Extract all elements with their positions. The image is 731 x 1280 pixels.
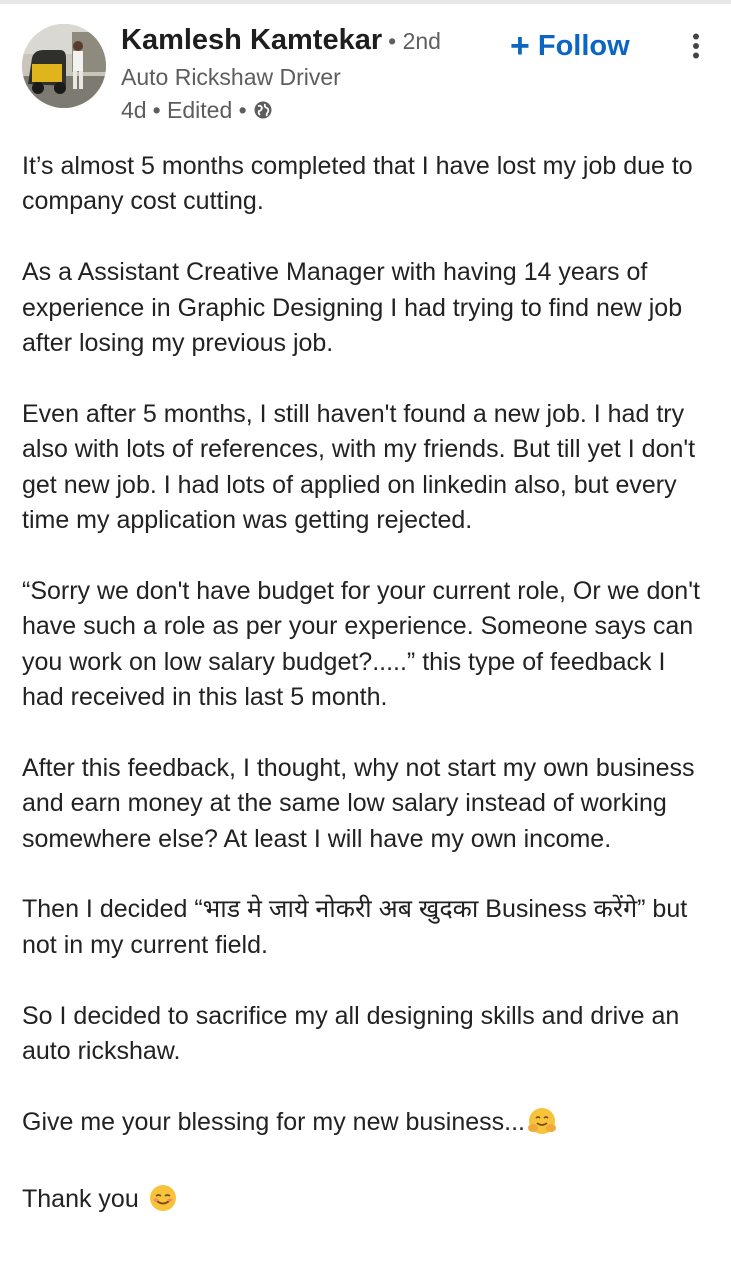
author-avatar[interactable] bbox=[22, 24, 106, 108]
thanks-paragraph: Thank you bbox=[22, 1182, 712, 1223]
post-header: Kamlesh Kamtekar • 2nd + Follow Auto Ric… bbox=[0, 0, 731, 140]
post-paragraph: It’s almost 5 months completed that I ha… bbox=[22, 152, 693, 216]
post-meta: 4d • Edited • bbox=[121, 96, 273, 124]
plus-icon: + bbox=[510, 27, 530, 65]
post-paragraph: After this feedback, I thought, why not … bbox=[22, 753, 695, 853]
author-name[interactable]: Kamlesh Kamtekar bbox=[121, 24, 382, 57]
author-headline: Auto Rickshaw Driver bbox=[121, 64, 341, 90]
post-paragraph: Even after 5 months, I still haven't fou… bbox=[22, 399, 696, 535]
globe-icon bbox=[253, 100, 273, 120]
hugging-face-emoji-icon bbox=[527, 1106, 557, 1146]
smiling-face-emoji-icon bbox=[148, 1183, 178, 1223]
follow-label: Follow bbox=[537, 29, 630, 62]
follow-button[interactable]: + Follow bbox=[510, 26, 630, 66]
more-options-button[interactable] bbox=[684, 28, 708, 64]
blessing-paragraph: Give me your blessing for my new busines… bbox=[22, 1105, 712, 1146]
post-body: It’s almost 5 months completed that I ha… bbox=[22, 149, 712, 1223]
connection-degree: • 2nd bbox=[388, 28, 441, 54]
blessing-text: Give me your blessing for my new busines… bbox=[22, 1107, 525, 1136]
post-paragraph: So I decided to sacrifice my all designi… bbox=[22, 1001, 680, 1066]
author-name-row: Kamlesh Kamtekar • 2nd bbox=[121, 24, 441, 64]
avatar-photo-icon bbox=[22, 24, 106, 108]
edited-label: • Edited • bbox=[152, 96, 247, 123]
thanks-text: Thank you bbox=[22, 1184, 139, 1213]
post-paragraph: As a Assistant Creative Manager with hav… bbox=[22, 258, 683, 358]
vertical-ellipsis-icon bbox=[693, 33, 699, 59]
post-age: 4d bbox=[121, 96, 147, 123]
post-paragraph: Then I decided “भाड मे जाये नोकरी अब खुद… bbox=[22, 895, 688, 959]
post-paragraph: “Sorry we don't have budget for your cur… bbox=[22, 576, 700, 712]
